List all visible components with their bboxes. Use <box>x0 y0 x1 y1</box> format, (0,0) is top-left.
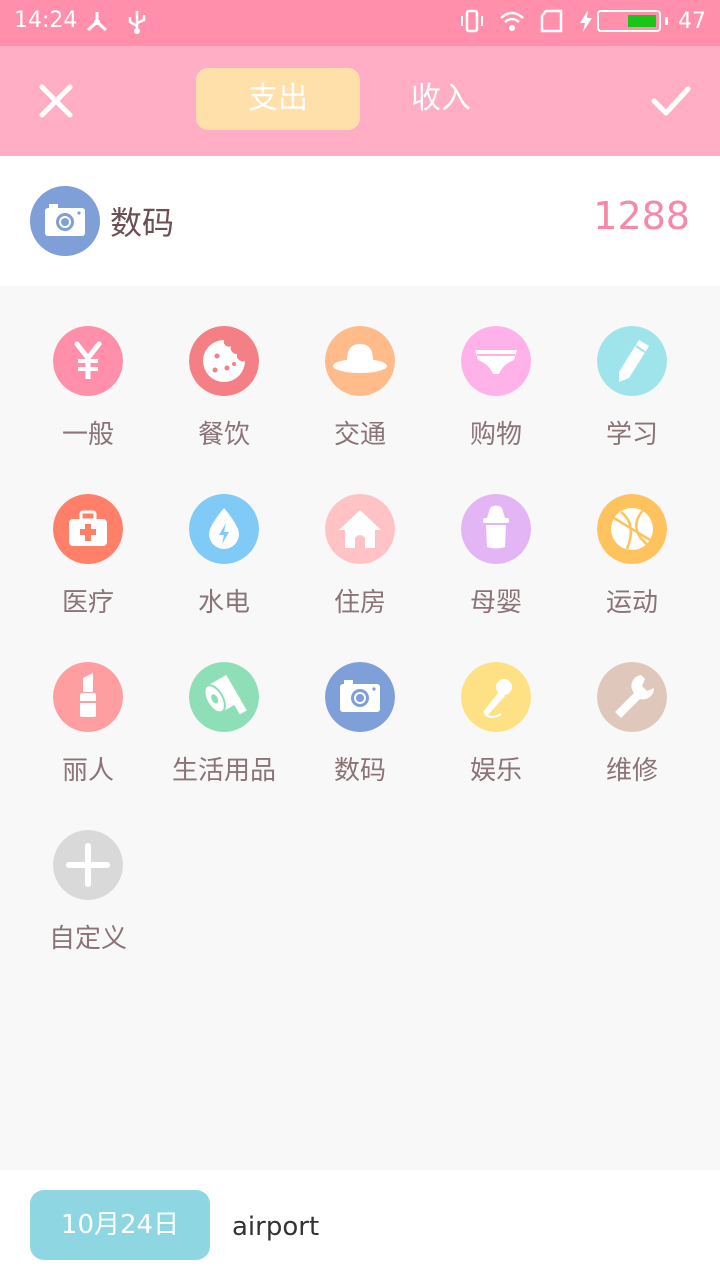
category-label: 运动 <box>605 588 658 618</box>
category-sports[interactable]: 运动 <box>564 454 700 618</box>
category-label: 自定义 <box>48 924 127 954</box>
category-label: 数码 <box>333 756 386 786</box>
category-dining[interactable]: 餐饮 <box>156 286 292 450</box>
category-beauty[interactable]: 丽人 <box>20 622 156 786</box>
category-label: 住房 <box>333 588 386 618</box>
water-electric-icon <box>189 494 259 564</box>
category-label: 购物 <box>469 420 522 450</box>
category-label: 母婴 <box>469 588 522 618</box>
camera-icon <box>325 662 395 732</box>
top-bar: 支出 收入 <box>0 46 720 156</box>
tab-expense[interactable]: 支出 <box>196 68 360 130</box>
cookie-icon <box>189 326 259 396</box>
battery-percent: 47 <box>678 8 706 34</box>
selected-category-row[interactable]: 数码 1288 <box>0 156 720 286</box>
category-digital[interactable]: 数码 <box>292 622 428 786</box>
category-label: 医疗 <box>61 588 114 618</box>
toilet-paper-icon <box>189 662 259 732</box>
category-daily-goods[interactable]: 生活用品 <box>156 622 292 786</box>
sim-card-icon <box>540 9 563 33</box>
tab-income[interactable]: 收入 <box>382 68 500 130</box>
category-label: 水电 <box>197 588 250 618</box>
usb-icon <box>128 11 146 34</box>
category-grid: 一般 餐饮 交通 购物 学习 医疗 水电 住房 母婴 运动 丽人 生活用品 数码… <box>0 286 720 1170</box>
category-label: 娱乐 <box>469 756 522 786</box>
lipstick-icon <box>53 662 123 732</box>
category-label: 餐饮 <box>197 420 250 450</box>
category-label: 一般 <box>61 420 114 450</box>
category-label: 丽人 <box>61 756 114 786</box>
category-mother-baby[interactable]: 母婴 <box>428 454 564 618</box>
status-right-icons: 47 <box>459 8 706 34</box>
category-transport[interactable]: 交通 <box>292 286 428 450</box>
category-label: 维修 <box>605 756 658 786</box>
category-label: 生活用品 <box>171 756 276 786</box>
camera-icon <box>30 186 100 256</box>
microphone-icon <box>461 662 531 732</box>
first-aid-icon <box>53 494 123 564</box>
category-custom[interactable]: 自定义 <box>20 790 156 954</box>
status-time: 14:24 <box>14 8 78 33</box>
plus-icon <box>53 830 123 900</box>
wifi-icon <box>500 11 524 31</box>
category-shopping[interactable]: 购物 <box>428 286 564 450</box>
check-icon[interactable] <box>650 81 692 121</box>
bottom-bar: 10月24日 <box>0 1170 720 1280</box>
network-share-icon <box>87 12 107 32</box>
underwear-icon <box>461 326 531 396</box>
category-general[interactable]: 一般 <box>20 286 156 450</box>
battery: 47 <box>579 9 706 34</box>
date-button[interactable]: 10月24日 <box>30 1190 210 1260</box>
basketball-icon <box>597 494 667 564</box>
status-bar: 14:24 47 <box>0 0 720 46</box>
charging-icon <box>580 10 592 32</box>
note-input[interactable] <box>230 1206 694 1248</box>
category-utilities[interactable]: 水电 <box>156 454 292 618</box>
category-label: 学习 <box>605 420 658 450</box>
pencil-icon <box>597 326 667 396</box>
category-study[interactable]: 学习 <box>564 286 700 450</box>
category-label: 交通 <box>333 420 386 450</box>
close-icon[interactable] <box>36 81 76 121</box>
selected-category-label: 数码 <box>110 204 175 242</box>
category-housing[interactable]: 住房 <box>292 454 428 618</box>
vibrate-icon <box>461 9 483 33</box>
category-repair[interactable]: 维修 <box>564 622 700 786</box>
status-left-icons <box>84 9 150 35</box>
battery-icon <box>597 10 661 32</box>
battery-level-fill <box>627 15 656 27</box>
wrench-icon <box>597 662 667 732</box>
yen-icon <box>53 326 123 396</box>
amount-display[interactable]: 1288 <box>593 194 690 238</box>
house-icon <box>325 494 395 564</box>
baby-bottle-icon <box>461 494 531 564</box>
category-entertainment[interactable]: 娱乐 <box>428 622 564 786</box>
category-medical[interactable]: 医疗 <box>20 454 156 618</box>
hat-icon <box>325 326 395 396</box>
